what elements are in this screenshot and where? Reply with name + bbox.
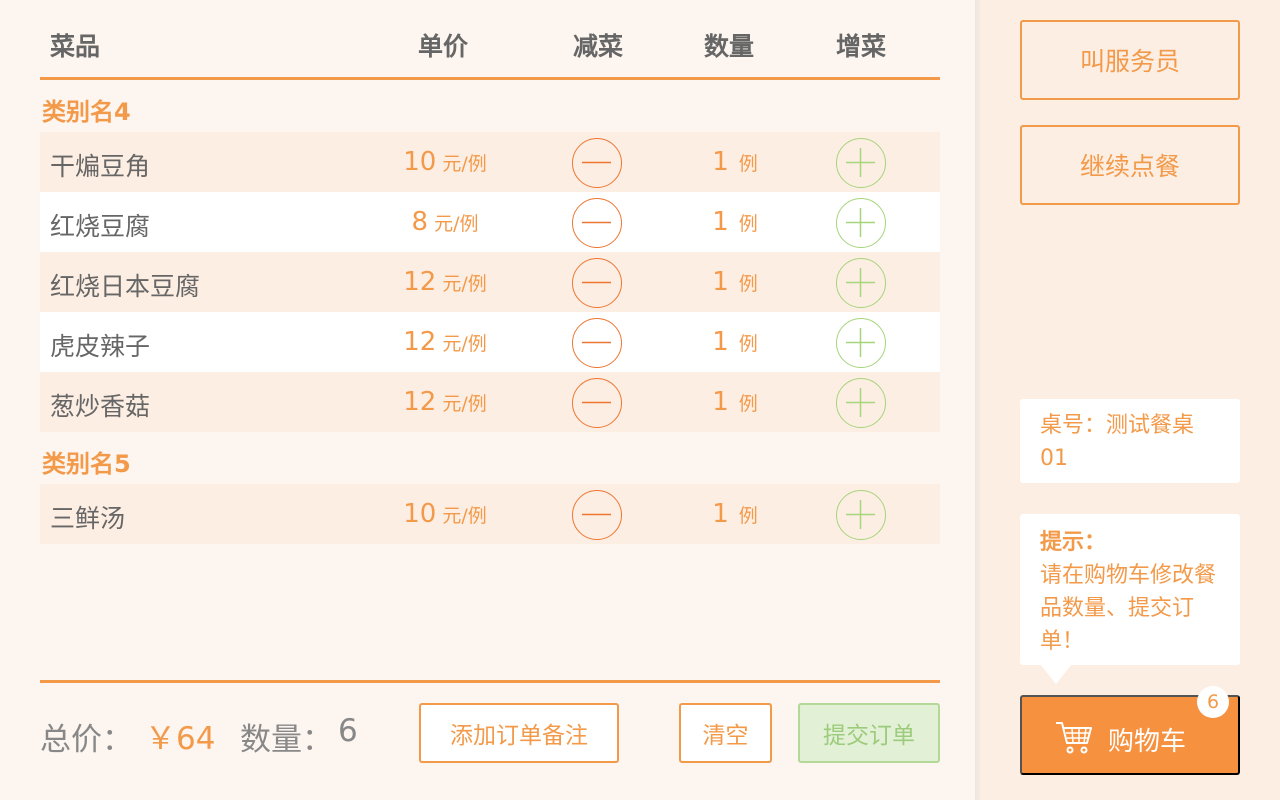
dish-name: 干煸豆角: [50, 152, 151, 181]
plus-icon: [846, 268, 875, 297]
minus-icon: [582, 281, 611, 284]
order-panel: 菜品 单价 减菜 数量 增菜 类别名4 干煸豆角 10 元/例 1例 红烧豆腐 8…: [0, 0, 975, 800]
decrease-button[interactable]: [572, 378, 622, 428]
tip-title: 提示：: [1040, 530, 1107, 555]
decrease-button[interactable]: [572, 318, 622, 368]
total-count: 6: [338, 713, 358, 749]
increase-button[interactable]: [836, 198, 886, 248]
dish-price: 12 元/例: [403, 387, 487, 417]
dish-price: 10 元/例: [403, 499, 487, 529]
tip-text: 请在购物车修改餐品数量、提交订单！: [1040, 563, 1217, 654]
continue-ordering-button[interactable]: 继续点餐: [1020, 125, 1240, 205]
dish-qty: 1例: [712, 207, 758, 237]
footer-divider: [40, 680, 940, 683]
dish-name: 三鲜汤: [50, 504, 126, 533]
decrease-button[interactable]: [572, 490, 622, 540]
clear-button[interactable]: 清空: [679, 703, 772, 763]
header-price: 单价: [418, 32, 469, 61]
increase-button[interactable]: [836, 490, 886, 540]
cart-label: 购物车: [1108, 726, 1187, 756]
minus-icon: [582, 341, 611, 344]
dish-qty: 1例: [712, 147, 758, 177]
decrease-button[interactable]: [572, 258, 622, 308]
table-row: 干煸豆角 10 元/例 1例: [40, 132, 940, 192]
dish-qty: 1例: [712, 499, 758, 529]
increase-button[interactable]: [836, 258, 886, 308]
dish-price: 12 元/例: [403, 327, 487, 357]
category-title: 类别名5: [42, 450, 131, 478]
increase-button[interactable]: [836, 138, 886, 188]
dish-name: 虎皮辣子: [50, 332, 151, 361]
category-title: 类别名4: [42, 98, 131, 126]
plus-icon: [846, 148, 875, 177]
decrease-button[interactable]: [572, 198, 622, 248]
minus-icon: [582, 221, 611, 224]
header-qty: 数量: [704, 32, 755, 61]
tip-box: 提示： 请在购物车修改餐品数量、提交订单！: [1020, 514, 1240, 665]
table-row: 虎皮辣子 12 元/例 1例: [40, 312, 940, 372]
table-row: 红烧豆腐 8 元/例 1例: [40, 192, 940, 252]
dish-price: 12 元/例: [403, 267, 487, 297]
call-waiter-button[interactable]: 叫服务员: [1020, 20, 1240, 100]
dish-name: 红烧日本豆腐: [50, 272, 201, 301]
dish-qty: 1例: [712, 387, 758, 417]
plus-icon: [846, 388, 875, 417]
count-label: 数量：: [240, 722, 333, 758]
total-label: 总价：: [40, 722, 133, 758]
dish-qty: 1例: [712, 327, 758, 357]
header-plus: 增菜: [836, 32, 887, 61]
minus-icon: [582, 513, 611, 516]
decrease-button[interactable]: [572, 138, 622, 188]
cart-count-badge: 6: [1197, 686, 1229, 718]
add-remark-button[interactable]: 添加订单备注: [419, 703, 619, 763]
table-label: 桌号：: [1040, 413, 1107, 438]
table-header: 菜品 单价 减菜 数量 增菜: [40, 0, 940, 80]
table-row: 三鲜汤 10 元/例 1例: [40, 484, 940, 544]
header-dish: 菜品: [50, 32, 101, 61]
tip-arrow: [1040, 664, 1072, 684]
cart-icon: [1056, 722, 1092, 754]
table-info: 桌号：测试餐桌01: [1020, 399, 1240, 483]
minus-icon: [582, 161, 611, 164]
increase-button[interactable]: [836, 318, 886, 368]
dish-price: 8 元/例: [411, 207, 479, 237]
plus-icon: [846, 500, 875, 529]
total-price: ￥64: [145, 721, 216, 757]
table-row: 红烧日本豆腐 12 元/例 1例: [40, 252, 940, 312]
dish-name: 红烧豆腐: [50, 212, 151, 241]
plus-icon: [846, 328, 875, 357]
dish-name: 葱炒香菇: [50, 392, 151, 421]
increase-button[interactable]: [836, 378, 886, 428]
plus-icon: [846, 208, 875, 237]
submit-order-button[interactable]: 提交订单: [798, 703, 940, 763]
dish-qty: 1例: [712, 267, 758, 297]
header-minus: 减菜: [573, 32, 624, 61]
dish-price: 10 元/例: [403, 147, 487, 177]
minus-icon: [582, 401, 611, 404]
table-row: 葱炒香菇 12 元/例 1例: [40, 372, 940, 432]
